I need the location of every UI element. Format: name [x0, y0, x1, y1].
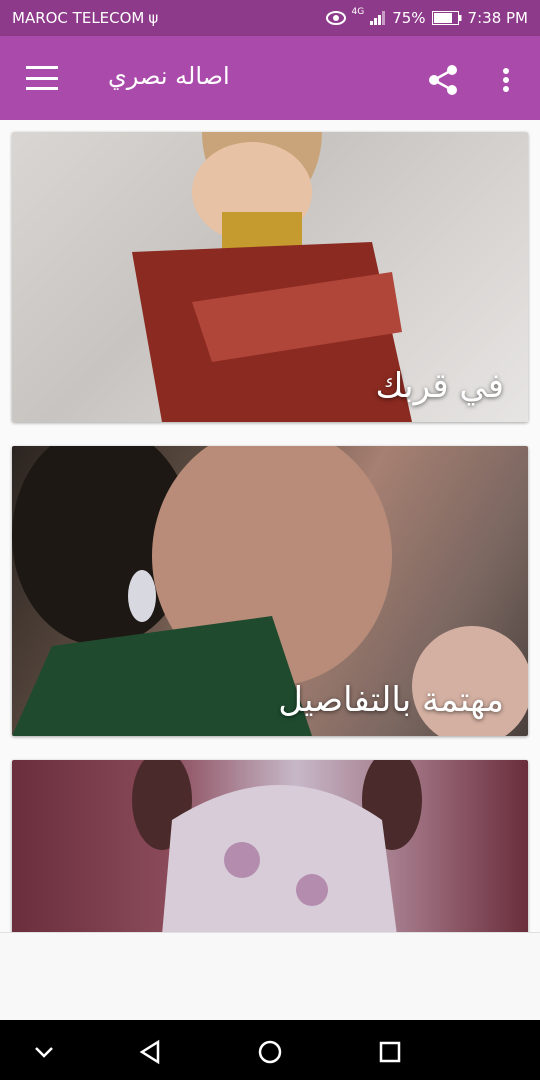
status-left: MAROC TELECOM ψ [12, 9, 158, 27]
app-bar: اصاله نصري [0, 36, 540, 120]
usb-icon: ψ [148, 9, 159, 27]
hamburger-menu-icon[interactable] [26, 66, 58, 90]
song-card[interactable] [12, 760, 528, 932]
back-triangle-icon[interactable] [136, 1038, 164, 1066]
song-title: مهتمة بالتفاصيل [278, 680, 504, 720]
song-card[interactable]: في قربك [12, 132, 528, 422]
song-image [132, 760, 422, 932]
home-circle-icon[interactable] [256, 1038, 284, 1066]
clock: 7:38 PM [467, 9, 528, 27]
eye-icon [325, 11, 346, 25]
battery-icon [431, 11, 462, 25]
recents-square-icon[interactable] [376, 1038, 404, 1066]
navigation-bar [0, 1020, 540, 1080]
chevron-down-icon[interactable] [30, 1038, 58, 1066]
song-card[interactable]: مهتمة بالتفاصيل [12, 446, 528, 736]
page-title: اصاله نصري [108, 62, 230, 90]
signal-icon [370, 11, 386, 25]
battery-percent: 75% [392, 9, 426, 27]
bottom-area [0, 932, 540, 1020]
share-icon[interactable] [428, 64, 460, 96]
status-bar: MAROC TELECOM ψ 4G 75% 7:38 PM [0, 0, 540, 36]
song-list: في قربك مهتمة بالتفاصيل [0, 120, 540, 932]
song-title: في قربك [375, 366, 504, 406]
status-right: 4G 75% 7:38 PM [325, 7, 528, 27]
carrier-name: MAROC TELECOM [12, 9, 145, 27]
more-vert-icon[interactable] [498, 64, 514, 96]
network-type: 4G [351, 7, 365, 17]
